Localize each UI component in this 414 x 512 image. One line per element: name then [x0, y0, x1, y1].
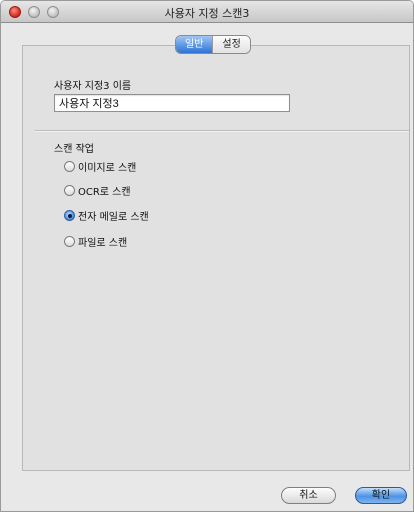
scan-action-label: 스캔 작업: [54, 144, 94, 155]
ok-button[interactable]: 확인: [355, 487, 407, 504]
settings-panel: 사용자 지정3 이름 스캔 작업 이미지로 스캔 OCR로 스캔 전자 메일로 …: [22, 45, 410, 471]
radio-button[interactable]: [64, 185, 75, 196]
radio-label: 이미지로 스캔: [78, 163, 137, 174]
section-divider: [35, 130, 409, 132]
radio-label: 전자 메일로 스캔: [78, 212, 149, 223]
radio-label: 파일로 스캔: [78, 238, 128, 249]
radio-scan-to-ocr[interactable]: OCR로 스캔: [64, 183, 131, 198]
tab-settings[interactable]: 설정: [212, 36, 250, 53]
custom-name-field[interactable]: [54, 94, 290, 112]
radio-scan-to-email[interactable]: 전자 메일로 스캔: [64, 208, 149, 223]
radio-scan-to-file[interactable]: 파일로 스캔: [64, 234, 127, 249]
tab-general[interactable]: 일반: [176, 36, 213, 53]
title-bar: 사용자 지정 스캔3: [1, 1, 413, 23]
cancel-button[interactable]: 취소: [281, 487, 336, 504]
radio-scan-to-image[interactable]: 이미지로 스캔: [64, 159, 136, 174]
radio-label: OCR로 스캔: [78, 187, 131, 198]
radio-button[interactable]: [64, 161, 75, 172]
window-title: 사용자 지정 스캔3: [164, 7, 250, 20]
radio-button-selected[interactable]: [64, 210, 75, 221]
custom-name-label: 사용자 지정3 이름: [54, 81, 132, 92]
tab-bar: 일반 설정: [175, 35, 251, 54]
radio-button[interactable]: [64, 236, 75, 247]
dialog-window: 사용자 지정 스캔3 사용자 지정3 이름 스캔 작업 이미지로 스캔 OCR로…: [0, 0, 414, 512]
